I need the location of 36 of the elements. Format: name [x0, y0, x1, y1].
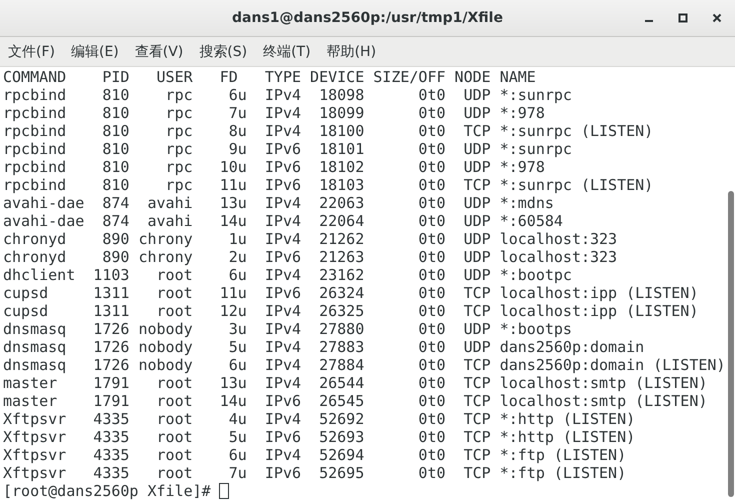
window-title: dans1@dans2560p:/usr/tmp1/Xfile	[232, 10, 503, 26]
terminal-line: Xftpsvr 4335 root 5u IPv6 52693 0t0 TCP *:http (LISTEN)	[3, 428, 636, 446]
terminal-line: master 1791 root 14u IPv6 26545 0t0 TCP localhost:smtp (LISTEN)	[3, 392, 708, 410]
menu-item[interactable]: 编辑(E)	[68, 40, 121, 62]
terminal-line: rpcbind 810 rpc 8u IPv4 18100 0t0 TCP *:sunrpc (LISTEN)	[3, 122, 654, 140]
menu-item[interactable]: 搜索(S)	[197, 40, 250, 62]
terminal-line: rpcbind 810 rpc 9u IPv6 18101 0t0 UDP *:sunrpc	[3, 140, 572, 158]
terminal-line: Xftpsvr 4335 root 7u IPv6 52695 0t0 TCP *:ftp (LISTEN)	[3, 464, 626, 482]
menu-item[interactable]: 查看(V)	[132, 40, 186, 62]
terminal-line: COMMAND PID USER FD TYPE DEVICE SIZE/OFF NODE NAME	[3, 68, 536, 86]
scrollbar-thumb[interactable]	[728, 191, 734, 497]
terminal-line: rpcbind 810 rpc 10u IPv6 18102 0t0 UDP *:978	[3, 158, 545, 176]
terminal-line: Xftpsvr 4335 root 6u IPv4 52694 0t0 TCP *:ftp (LISTEN)	[3, 446, 626, 464]
terminal-line: dnsmasq 1726 nobody 6u IPv4 27884 0t0 TCP dans2560p:domain (LISTEN)	[3, 356, 726, 374]
terminal-line: cupsd 1311 root 11u IPv6 26324 0t0 TCP localhost:ipp (LISTEN)	[3, 284, 698, 302]
shell-prompt: [root@dans2560p Xfile]#	[3, 482, 211, 500]
terminal-line: rpcbind 810 rpc 7u IPv4 18099 0t0 UDP *:978	[3, 104, 545, 122]
close-icon	[712, 13, 722, 23]
terminal-line: Xftpsvr 4335 root 4u IPv4 52692 0t0 TCP *:http (LISTEN)	[3, 410, 636, 428]
terminal-line: rpcbind 810 rpc 11u IPv6 18103 0t0 TCP *:sunrpc (LISTEN)	[3, 176, 654, 194]
menu-item[interactable]: 文件(F)	[6, 40, 57, 62]
terminal-line: dhclient 1103 root 6u IPv4 23162 0t0 UDP *:bootpc	[3, 266, 572, 284]
text-cursor	[218, 483, 229, 499]
menu-item[interactable]: 帮助(H)	[324, 40, 378, 62]
terminal-line: chronyd 890 chrony 1u IPv4 21262 0t0 UDP localhost:323	[3, 230, 618, 248]
menu-item[interactable]: 终端(T)	[261, 40, 313, 62]
terminal-line: avahi-dae 874 avahi 13u IPv4 22063 0t0 UDP *:mdns	[3, 194, 554, 212]
terminal-line: dnsmasq 1726 nobody 3u IPv4 27880 0t0 UDP *:bootps	[3, 320, 572, 338]
terminal-line: avahi-dae 874 avahi 14u IPv4 22064 0t0 UDP *:60584	[3, 212, 563, 230]
terminal-line: cupsd 1311 root 12u IPv4 26325 0t0 TCP localhost:ipp (LISTEN)	[3, 302, 698, 320]
terminal-line: dnsmasq 1726 nobody 5u IPv4 27883 0t0 UDP dans2560p:domain	[3, 338, 644, 356]
maximize-icon	[678, 13, 688, 23]
minimize-icon	[645, 20, 653, 22]
terminal-line: rpcbind 810 rpc 6u IPv4 18098 0t0 UDP *:sunrpc	[3, 86, 572, 104]
terminal-line: chronyd 890 chrony 2u IPv6 21263 0t0 UDP localhost:323	[3, 248, 618, 266]
terminal-line: master 1791 root 13u IPv4 26544 0t0 TCP localhost:smtp (LISTEN)	[3, 374, 708, 392]
